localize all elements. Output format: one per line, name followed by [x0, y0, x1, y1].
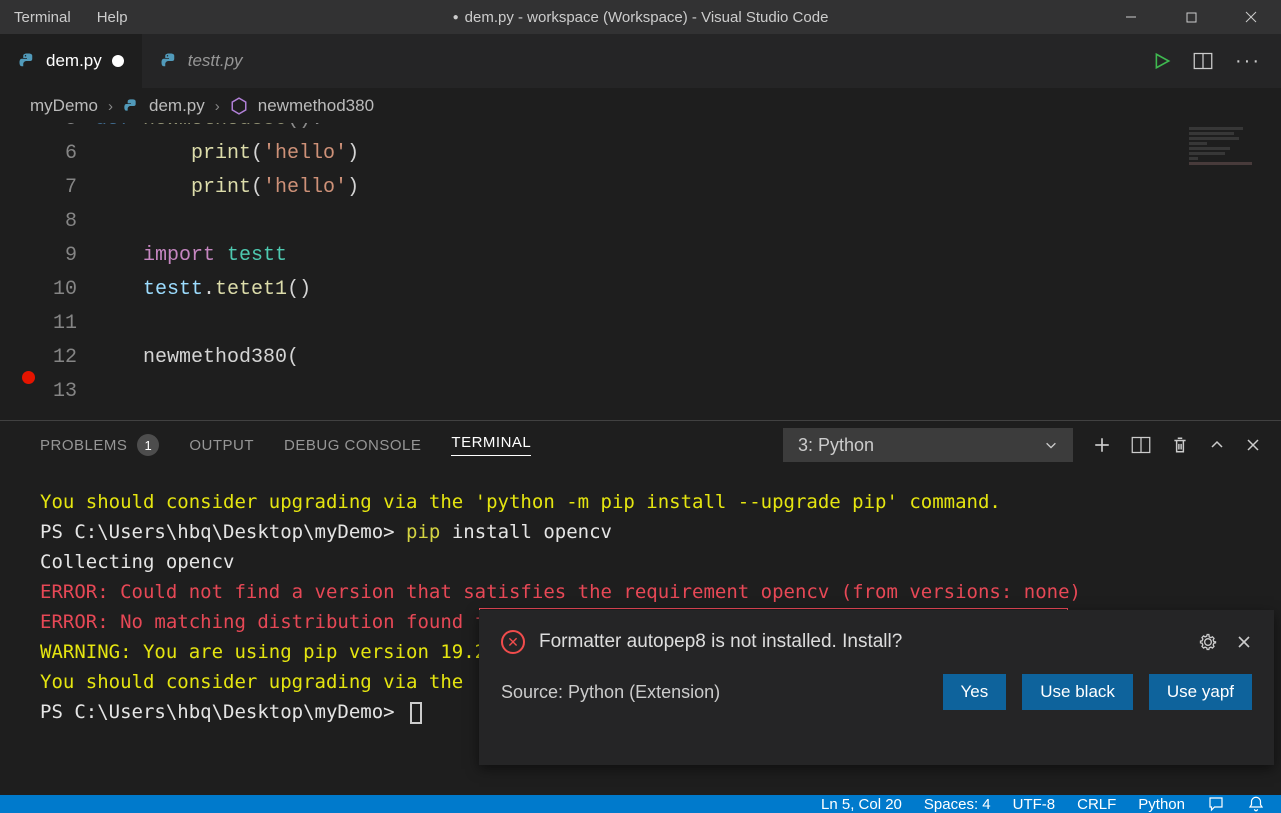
- run-icon[interactable]: [1153, 52, 1171, 70]
- use-black-button[interactable]: Use black: [1022, 674, 1133, 710]
- panel-actions: 3: Python: [783, 428, 1261, 462]
- notification-body: Source: Python (Extension) Yes Use black…: [501, 674, 1252, 710]
- notification-message: Formatter autopep8 is not installed. Ins…: [539, 631, 902, 653]
- tab-label: dem.py: [46, 51, 102, 71]
- code-editor[interactable]: 5678910111213 def newmethod380(): print(…: [0, 123, 1281, 420]
- kill-terminal-icon[interactable]: [1171, 435, 1189, 455]
- feedback-icon[interactable]: [1207, 795, 1225, 813]
- breadcrumb[interactable]: myDemo › dem.py › newmethod380: [0, 89, 1281, 123]
- window-controls: [1101, 0, 1281, 34]
- symbol-method-icon: [230, 97, 248, 115]
- terminal-selector-label: 3: Python: [798, 435, 874, 456]
- editor-tabs: dem.py testt.py ···: [0, 34, 1281, 89]
- status-spaces[interactable]: Spaces: 4: [924, 796, 991, 813]
- panel-tabs: PROBLEMS 1 OUTPUT DEBUG CONSOLE TERMINAL…: [0, 421, 1281, 469]
- tab-label: testt.py: [188, 51, 243, 71]
- panel-tab-debug[interactable]: DEBUG CONSOLE: [284, 437, 421, 454]
- tab-testt-py[interactable]: testt.py: [142, 34, 261, 89]
- modified-dot: ●: [453, 12, 459, 23]
- panel-tab-label: PROBLEMS: [40, 437, 127, 454]
- notification-header: ✕ Formatter autopep8 is not installed. I…: [501, 630, 1252, 654]
- menu-bar: Terminal Help: [0, 5, 138, 30]
- tab-dirty-indicator[interactable]: [112, 55, 124, 67]
- notification-toast: ✕ Formatter autopep8 is not installed. I…: [479, 610, 1274, 765]
- close-button[interactable]: [1221, 0, 1281, 34]
- chevron-down-icon: [1044, 438, 1058, 452]
- status-bar: Ln 5, Col 20 Spaces: 4 UTF-8 CRLF Python: [0, 795, 1281, 813]
- notifications-icon[interactable]: [1247, 795, 1265, 813]
- tab-actions: ···: [1153, 50, 1281, 73]
- titlebar: Terminal Help ● dem.py - workspace (Work…: [0, 0, 1281, 34]
- status-eol[interactable]: CRLF: [1077, 796, 1116, 813]
- gear-icon[interactable]: [1198, 632, 1218, 652]
- use-yapf-button[interactable]: Use yapf: [1149, 674, 1252, 710]
- new-terminal-icon[interactable]: [1093, 436, 1111, 454]
- status-language[interactable]: Python: [1138, 796, 1185, 813]
- window-title: ● dem.py - workspace (Workspace) - Visua…: [453, 9, 829, 26]
- yes-button[interactable]: Yes: [943, 674, 1007, 710]
- panel-tab-output[interactable]: OUTPUT: [189, 437, 254, 454]
- error-icon: ✕: [501, 630, 525, 654]
- python-icon: [18, 52, 36, 70]
- menu-help[interactable]: Help: [87, 5, 138, 30]
- maximize-panel-icon[interactable]: [1209, 437, 1225, 453]
- breadcrumb-file[interactable]: dem.py: [149, 96, 205, 116]
- split-terminal-icon[interactable]: [1131, 435, 1151, 455]
- minimap[interactable]: [1189, 127, 1279, 187]
- editor-gutter[interactable]: 5678910111213: [0, 123, 95, 420]
- breadcrumb-symbol[interactable]: newmethod380: [258, 96, 374, 116]
- status-encoding[interactable]: UTF-8: [1013, 796, 1056, 813]
- python-icon: [160, 52, 178, 70]
- chevron-right-icon: ›: [215, 98, 220, 115]
- panel-tab-terminal[interactable]: TERMINAL: [451, 434, 531, 456]
- breakpoint-icon[interactable]: [22, 371, 35, 384]
- python-icon: [123, 98, 139, 114]
- more-icon[interactable]: ···: [1235, 50, 1261, 73]
- terminal-selector[interactable]: 3: Python: [783, 428, 1073, 462]
- close-notification-icon[interactable]: [1236, 634, 1252, 650]
- split-editor-icon[interactable]: [1193, 51, 1213, 71]
- breadcrumb-folder[interactable]: myDemo: [30, 96, 98, 116]
- editor-code[interactable]: def newmethod380(): print('hello') print…: [95, 123, 1281, 420]
- close-panel-icon[interactable]: [1245, 437, 1261, 453]
- minimize-button[interactable]: [1101, 0, 1161, 34]
- window-title-text: dem.py - workspace (Workspace) - Visual …: [465, 9, 829, 26]
- maximize-button[interactable]: [1161, 0, 1221, 34]
- menu-terminal[interactable]: Terminal: [4, 5, 81, 30]
- tab-dem-py[interactable]: dem.py: [0, 34, 142, 89]
- chevron-right-icon: ›: [108, 98, 113, 115]
- panel-tab-problems[interactable]: PROBLEMS 1: [40, 434, 159, 456]
- problems-badge: 1: [137, 434, 159, 456]
- status-ln-col[interactable]: Ln 5, Col 20: [821, 796, 902, 813]
- notification-source: Source: Python (Extension): [501, 682, 720, 703]
